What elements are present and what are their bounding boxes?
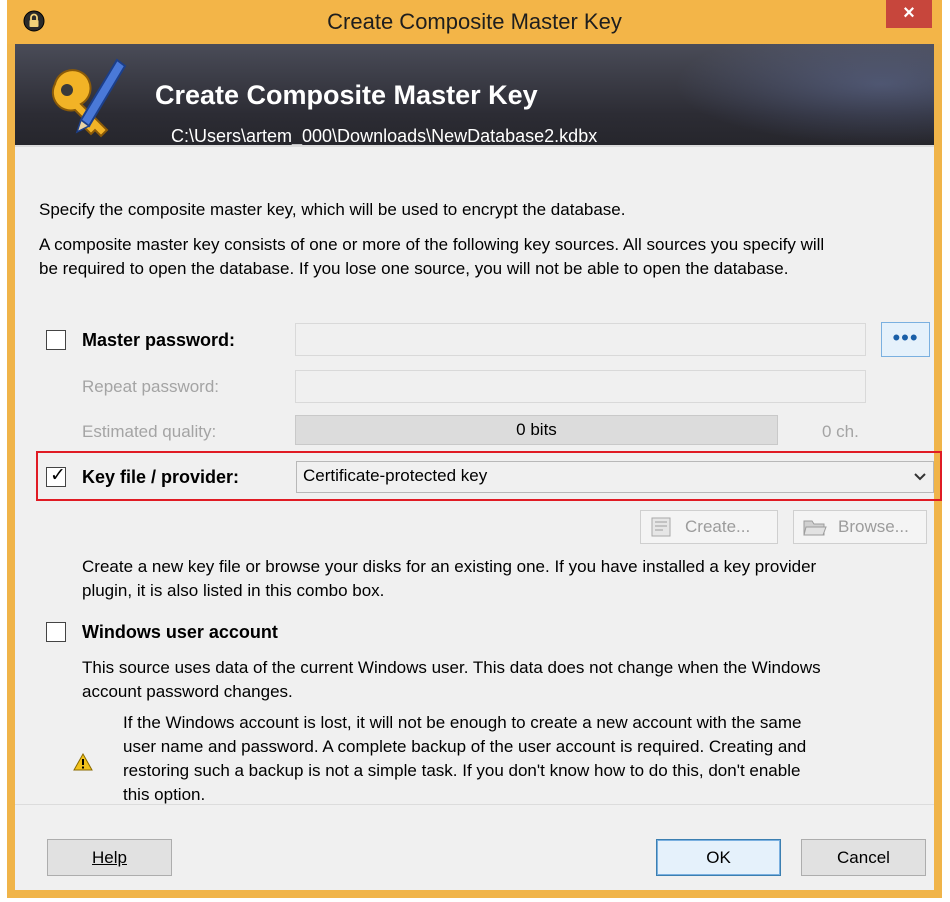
show-password-button[interactable]: •••	[881, 322, 930, 357]
warning-line-2: user name and password. A complete backu…	[123, 737, 807, 756]
database-path: C:\Users\artem_000\Downloads\NewDatabase…	[171, 126, 598, 145]
master-password-checkbox[interactable]	[46, 330, 66, 350]
cancel-button[interactable]: Cancel	[801, 839, 926, 876]
banner-divider	[15, 145, 934, 147]
key-provider-select[interactable]: Certificate-protected key	[296, 461, 934, 493]
intro-paragraph-line-2: be required to open the database. If you…	[39, 259, 789, 278]
footer-divider	[15, 804, 934, 805]
key-file-help-line-1: Create a new key file or browse your dis…	[82, 557, 817, 576]
folder-icon	[803, 520, 827, 536]
ok-label: OK	[706, 848, 731, 867]
help-button[interactable]: Help	[47, 839, 172, 876]
windows-account-label: Windows user account	[82, 622, 278, 642]
close-icon: ×	[903, 2, 915, 24]
quality-bar: 0 bits	[295, 415, 778, 445]
chevron-down-icon	[914, 473, 926, 481]
banner-decoration	[674, 44, 934, 145]
quality-char-count: 0 ch.	[822, 422, 859, 441]
windows-account-desc-line-1: This source uses data of the current Win…	[82, 658, 821, 677]
quality-bits: 0 bits	[516, 420, 557, 439]
title-bar[interactable]: Create Composite Master Key ×	[7, 0, 942, 44]
close-button[interactable]: ×	[886, 0, 932, 28]
warning-line-1: If the Windows account is lost, it will …	[123, 713, 802, 732]
dialog-window: Create Composite Master Key × Create Com…	[7, 0, 942, 898]
master-password-label: Master password:	[82, 330, 236, 350]
repeat-password-label: Repeat password:	[82, 377, 220, 396]
estimated-quality-label: Estimated quality:	[82, 422, 217, 441]
key-file-checkbox[interactable]: ✓	[46, 465, 66, 487]
warning-line-3: restoring such a backup is not a simple …	[123, 761, 801, 780]
browse-key-file-button[interactable]: Browse...	[793, 510, 927, 544]
master-password-input[interactable]	[295, 323, 866, 356]
cancel-label: Cancel	[837, 848, 890, 867]
warning-icon	[73, 753, 93, 771]
banner-title: Create Composite Master Key	[155, 80, 538, 110]
header-banner: Create Composite Master Key C:\Users\art…	[15, 44, 934, 145]
create-key-file-button[interactable]: Create...	[640, 510, 778, 544]
keyfile-icon	[651, 517, 671, 537]
ok-button[interactable]: OK	[656, 839, 781, 876]
check-icon: ✓	[50, 465, 66, 486]
intro-text: Specify the composite master key, which …	[39, 200, 626, 219]
create-label: Create...	[685, 517, 751, 536]
dialog-client: Create Composite Master Key C:\Users\art…	[15, 44, 942, 890]
key-provider-value: Certificate-protected key	[303, 466, 488, 485]
key-file-label: Key file / provider:	[82, 467, 240, 487]
windows-account-checkbox[interactable]	[46, 622, 66, 642]
key-pen-icon	[51, 58, 127, 138]
windows-account-desc-line-2: account password changes.	[82, 682, 293, 701]
dots-icon: •••	[892, 325, 919, 350]
window-title: Create Composite Master Key	[327, 9, 622, 34]
key-file-help-line-2: plugin, it is also listed in this combo …	[82, 581, 385, 600]
help-label: Help	[92, 848, 127, 867]
repeat-password-input[interactable]	[295, 370, 866, 403]
intro-paragraph-line-1: A composite master key consists of one o…	[39, 235, 825, 254]
browse-label: Browse...	[838, 517, 909, 536]
